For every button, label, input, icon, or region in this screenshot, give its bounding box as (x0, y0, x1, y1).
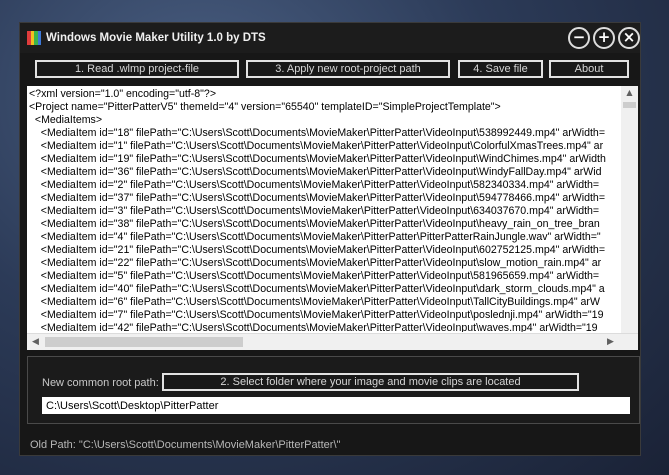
vertical-scrollbar[interactable]: ▲ (621, 86, 638, 334)
app-icon (27, 31, 41, 45)
xml-line: <MediaItem id="1" filePath="C:\Users\Sco… (29, 140, 604, 152)
xml-line: <MediaItem id="21" filePath="C:\Users\Sc… (29, 244, 606, 256)
xml-line: <MediaItem id="5" filePath="C:\Users\Sco… (29, 270, 600, 282)
root-path-input[interactable] (42, 397, 630, 414)
xml-line: <MediaItems> (29, 114, 103, 126)
horizontal-scroll-thumb[interactable] (45, 337, 243, 347)
xml-line: <MediaItem id="19" filePath="C:\Users\Sc… (29, 153, 606, 165)
xml-line: <Project name="PitterPatterV5" themeId="… (29, 101, 501, 113)
app-window: Windows Movie Maker Utility 1.0 by DTS −… (19, 22, 641, 456)
scroll-right-icon[interactable]: ▶ (603, 335, 618, 349)
minimize-button[interactable]: − (568, 27, 590, 49)
xml-line: <MediaItem id="6" filePath="C:\Users\Sco… (29, 296, 600, 308)
save-file-button[interactable]: 4. Save file (458, 60, 543, 78)
select-folder-button[interactable]: 2. Select folder where your image and mo… (162, 373, 579, 391)
xml-viewer[interactable]: <?xml version="1.0" encoding="utf-8"?> <P… (27, 86, 638, 350)
xml-line: <MediaItem id="37" filePath="C:\Users\Sc… (29, 192, 606, 204)
horizontal-scrollbar[interactable]: ◀ ▶ (27, 333, 638, 350)
xml-line: <MediaItem id="7" filePath="C:\Users\Sco… (29, 309, 604, 321)
xml-line: <MediaItem id="4" filePath="C:\Users\Sco… (29, 231, 601, 243)
read-project-button[interactable]: 1. Read .wlmp project-file (35, 60, 239, 78)
xml-content[interactable]: <?xml version="1.0" encoding="utf-8"?> <P… (29, 88, 621, 332)
title-bar[interactable]: Windows Movie Maker Utility 1.0 by DTS −… (20, 23, 640, 53)
window-title: Windows Movie Maker Utility 1.0 by DTS (46, 32, 266, 44)
xml-line: <MediaItem id="3" filePath="C:\Users\Sco… (29, 205, 600, 217)
about-button[interactable]: About (549, 60, 629, 78)
scroll-left-icon[interactable]: ◀ (28, 335, 43, 349)
xml-line: <MediaItem id="36" filePath="C:\Users\Sc… (29, 166, 602, 178)
xml-line: <MediaItem id="22" filePath="C:\Users\Sc… (29, 257, 602, 269)
old-path-status: Old Path: "C:\Users\Scott\Documents\Movi… (30, 439, 341, 451)
apply-root-path-button[interactable]: 3. Apply new root-project path (246, 60, 450, 78)
close-button[interactable]: × (618, 27, 640, 49)
xml-line: <MediaItem id="2" filePath="C:\Users\Sco… (29, 179, 600, 191)
vertical-scroll-thumb[interactable] (623, 102, 636, 108)
xml-line: <MediaItem id="42" filePath="C:\Users\Sc… (29, 322, 598, 332)
xml-line: <MediaItem id="38" filePath="C:\Users\Sc… (29, 218, 600, 230)
scroll-up-icon[interactable]: ▲ (621, 86, 638, 100)
scrollbar-corner (621, 334, 638, 350)
root-path-label: New common root path: (42, 377, 159, 389)
maximize-button[interactable]: + (593, 27, 615, 49)
xml-line: <MediaItem id="40" filePath="C:\Users\Sc… (29, 283, 605, 295)
xml-line: <MediaItem id="18" filePath="C:\Users\Sc… (29, 127, 606, 139)
xml-line: <?xml version="1.0" encoding="utf-8"?> (29, 88, 217, 100)
icon-stripe-blue (37, 31, 41, 45)
